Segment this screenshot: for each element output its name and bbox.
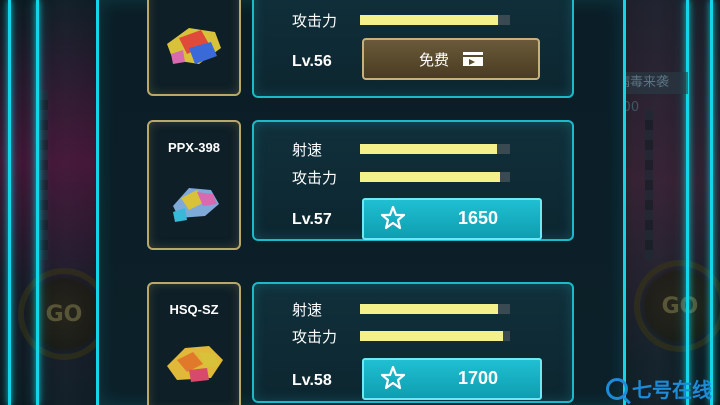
weapon-name: HSQ-SZ xyxy=(169,302,219,317)
stat-label-attack: 攻击力 xyxy=(292,169,338,187)
upgrade-price: 1650 xyxy=(457,208,499,228)
weapon-thumbnail[interactable]: HSQ-SZ xyxy=(147,282,241,405)
weapon-name: PPX-398 xyxy=(167,140,221,155)
weapon-card: 射速 攻击力 Lv.58 1700 xyxy=(252,282,574,403)
video-ad-icon xyxy=(463,52,483,66)
stat-bar-fill xyxy=(360,15,498,25)
star-icon xyxy=(380,365,406,390)
stat-bar-fill xyxy=(360,144,497,154)
stat-label-attack: 攻击力 xyxy=(292,328,338,346)
neon-border-left-inner xyxy=(36,0,39,405)
upgrade-price: 1700 xyxy=(457,368,499,388)
bg-stripe xyxy=(40,90,48,260)
weapon-thumbnail[interactable]: PPX-398 xyxy=(147,120,241,250)
bg-stripe xyxy=(645,110,653,260)
weapon-icon xyxy=(167,346,223,382)
weapon-card: 射速 攻击力 Lv.57 1650 xyxy=(252,120,574,241)
weapon-level: Lv.56 xyxy=(292,53,332,70)
weapon-level: Lv.57 xyxy=(292,211,332,228)
neon-border-left xyxy=(8,0,11,405)
stat-label-fire-rate: 射速 xyxy=(292,141,323,159)
search-logo-icon xyxy=(606,377,628,400)
stat-bar-fill xyxy=(360,304,498,314)
stat-bar-attack xyxy=(360,331,510,341)
weapon-level: Lv.58 xyxy=(292,372,332,389)
free-upgrade-button[interactable]: 免费 xyxy=(362,38,540,80)
weapon-icon xyxy=(167,28,221,64)
stat-bar-fire-rate xyxy=(360,144,510,154)
watermark: 七号在线 xyxy=(606,374,712,403)
stat-bar-attack xyxy=(360,15,510,25)
go-emblem: GO xyxy=(634,260,720,352)
stat-label-attack: 攻击力 xyxy=(292,12,338,30)
neon-border-right xyxy=(686,0,689,405)
stat-bar-fill xyxy=(360,331,503,341)
weapon-icon xyxy=(173,188,219,222)
weapon-card: 攻击力 Lv.56 免费 xyxy=(252,0,574,98)
weapon-thumbnail[interactable] xyxy=(147,0,241,96)
stat-label-fire-rate: 射速 xyxy=(292,301,323,319)
stat-bar-attack xyxy=(360,172,510,182)
watermark-text: 七号在线 xyxy=(632,378,712,402)
free-button-label: 免费 xyxy=(418,50,449,69)
stat-bar-fire-rate xyxy=(360,304,510,314)
game-screen: GO GO 病毒来袭 6400 攻击力 Lv.56 免费 PPX-398 xyxy=(0,0,720,405)
upgrade-price-button[interactable]: 1650 xyxy=(362,198,542,240)
stat-bar-fill xyxy=(360,172,500,182)
neon-border-right-outer xyxy=(710,0,713,405)
upgrade-price-button[interactable]: 1700 xyxy=(362,358,542,400)
star-icon xyxy=(380,205,406,230)
